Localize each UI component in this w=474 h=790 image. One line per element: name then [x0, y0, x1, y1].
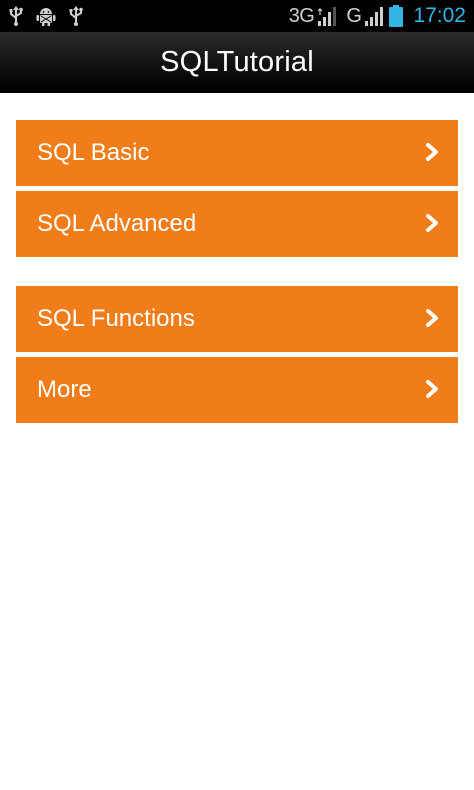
menu-item-label: SQL Functions	[37, 305, 195, 332]
usb-icon	[8, 6, 24, 26]
android-debug-icon	[36, 6, 56, 26]
battery-icon	[389, 5, 404, 27]
system-status: 3G G 17:02	[289, 0, 466, 32]
chevron-right-icon	[426, 380, 438, 398]
menu-item-label: SQL Advanced	[37, 210, 197, 237]
network-type-label: 3G	[288, 4, 315, 27]
app-title-bar: SQLTutorial	[0, 32, 474, 93]
network-type-label: G	[346, 4, 362, 27]
signal-strength-icon	[365, 6, 385, 26]
signal-strength-icon	[318, 6, 338, 26]
chevron-right-icon	[426, 309, 438, 327]
clock: 17:02	[413, 4, 466, 27]
notification-icons	[8, 6, 96, 26]
chevron-right-icon	[426, 143, 438, 161]
menu-item-label: More	[37, 376, 92, 403]
menu-item-sql-advanced[interactable]: SQL Advanced	[16, 191, 458, 257]
menu-item-sql-functions[interactable]: SQL Functions	[16, 286, 458, 352]
menu-item-sql-basic[interactable]: SQL Basic	[16, 120, 458, 186]
app-title: SQLTutorial	[160, 46, 314, 78]
menu-item-label: SQL Basic	[37, 139, 150, 166]
usb-icon	[68, 6, 84, 26]
chevron-right-icon	[426, 214, 438, 232]
menu-group-basics: SQL Basic SQL Advanced	[16, 120, 458, 262]
menu-group-more: SQL Functions More	[16, 286, 458, 428]
status-bar: 3G G 17:02	[0, 0, 474, 32]
menu-item-more[interactable]: More	[16, 357, 458, 423]
